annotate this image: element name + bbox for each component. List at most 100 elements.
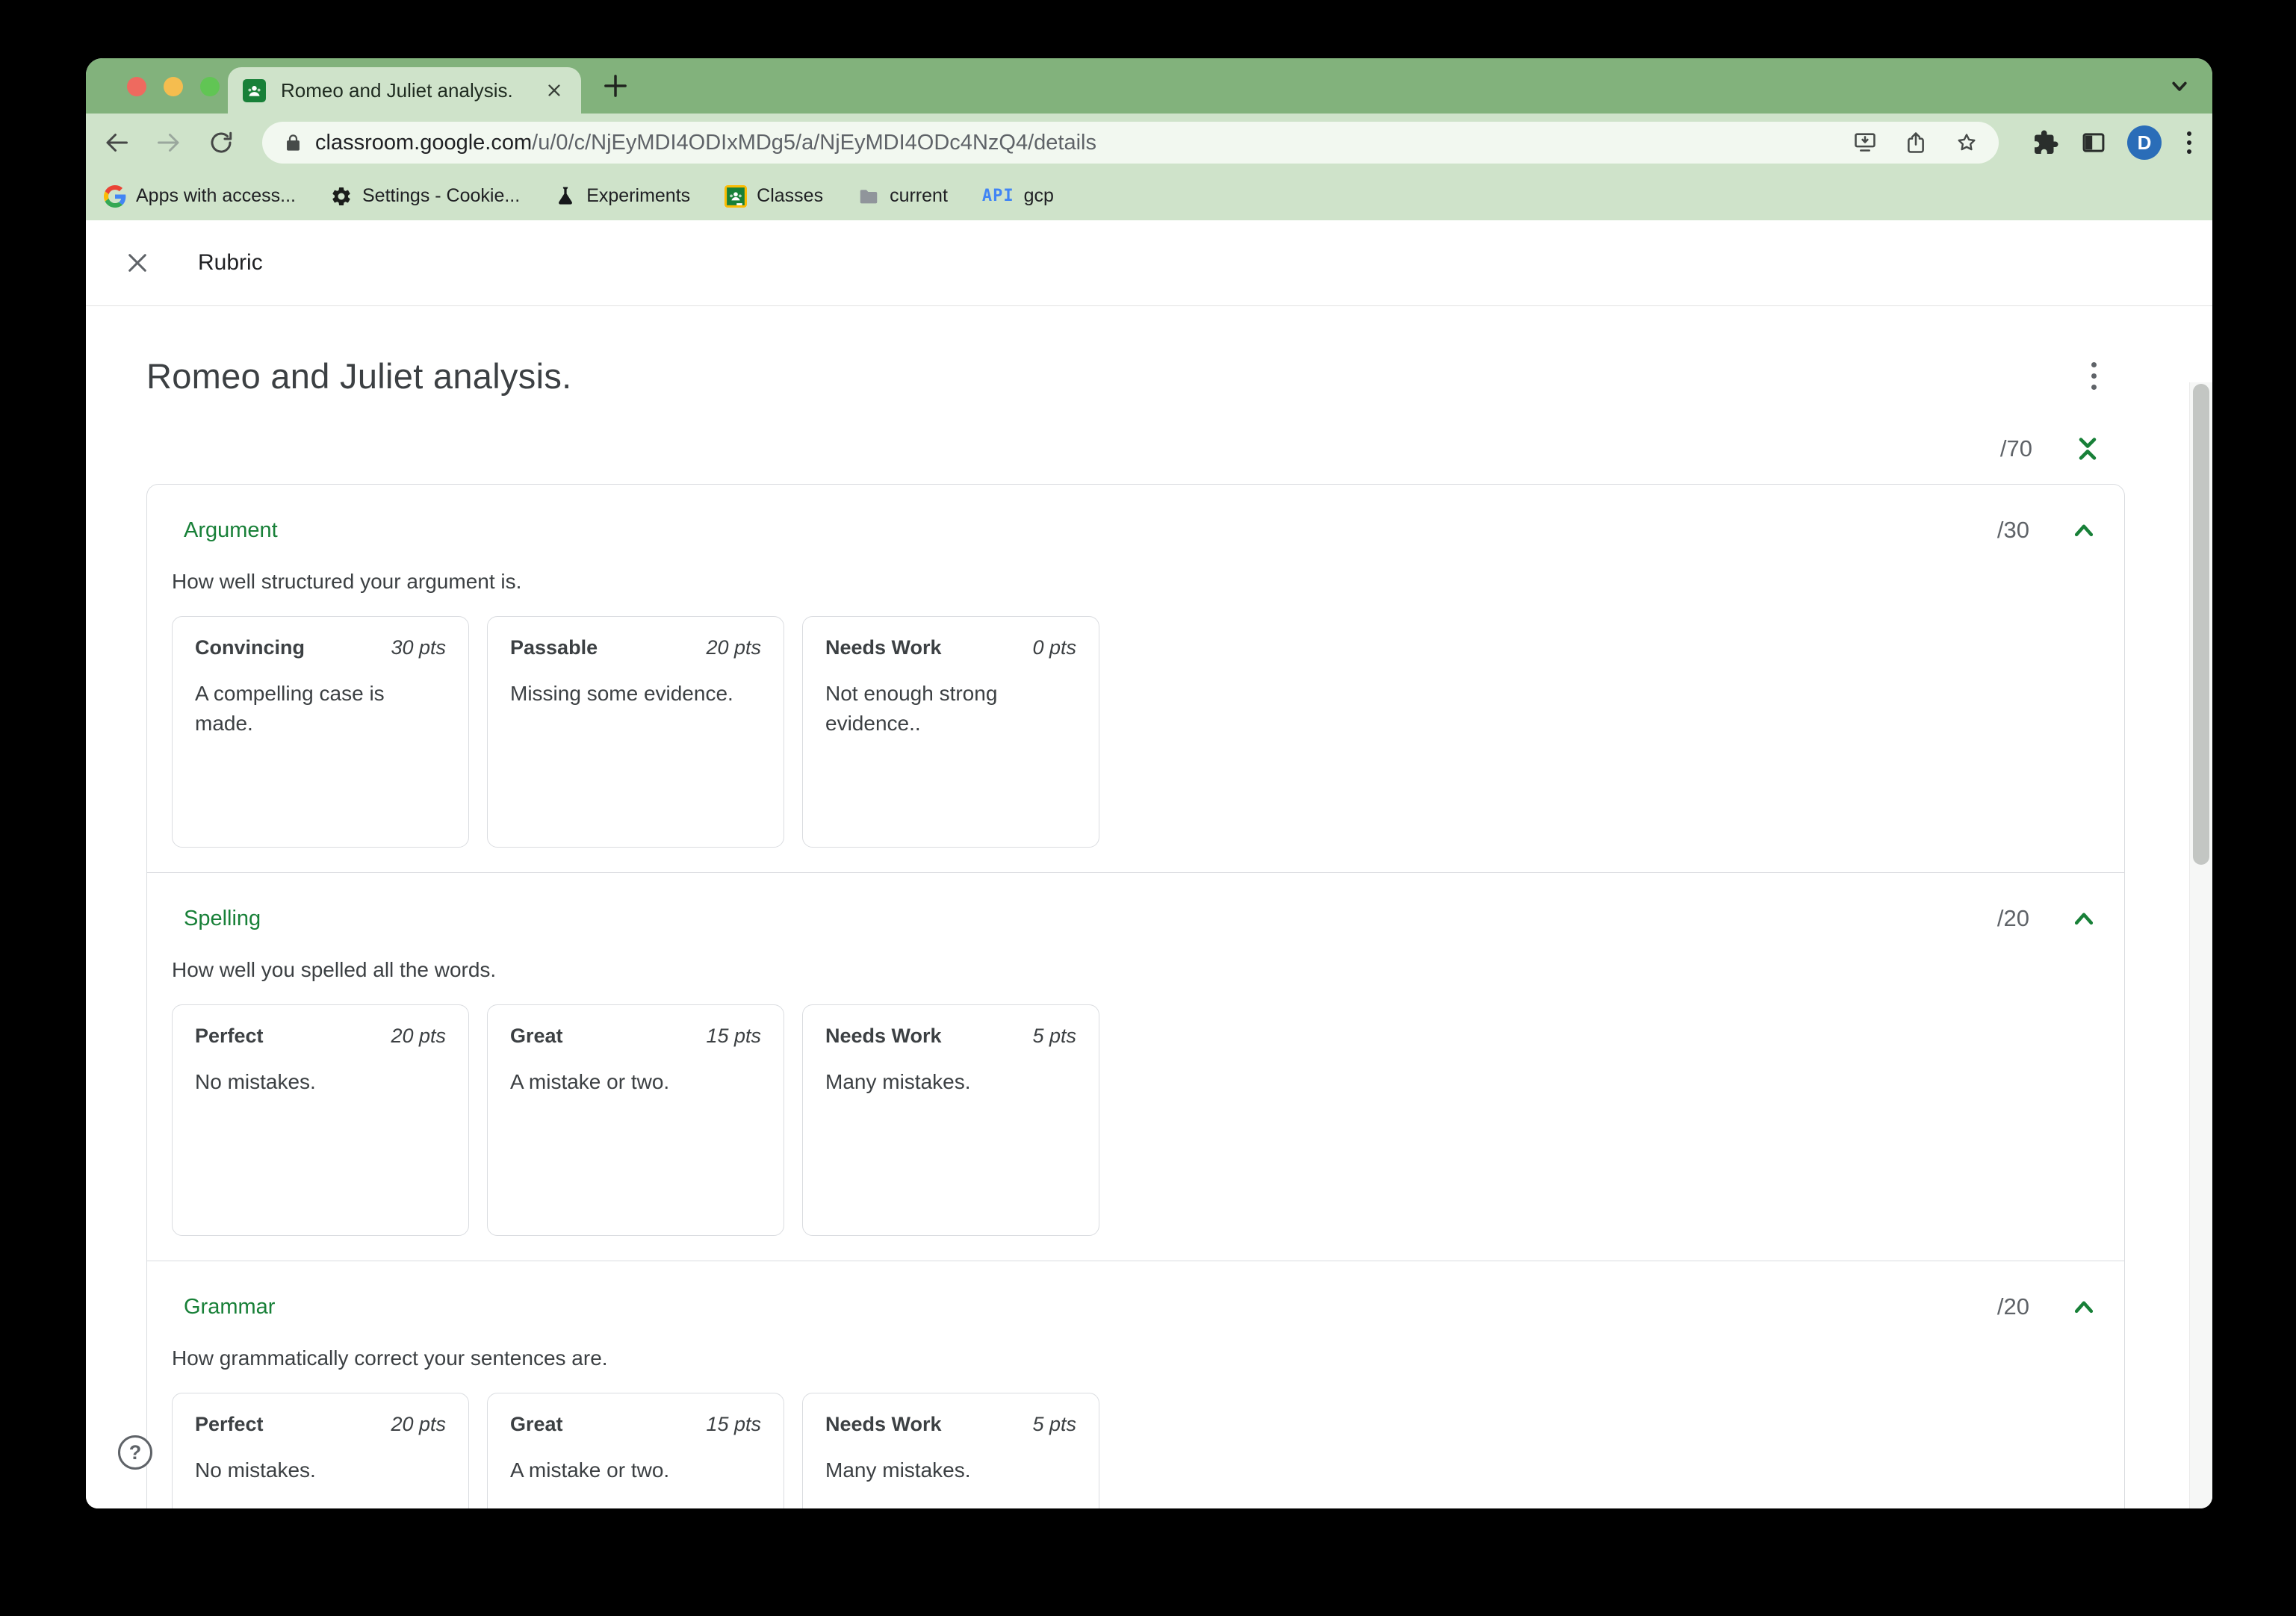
bookmark-apps-with-access[interactable]: Apps with access... bbox=[104, 184, 296, 208]
level-points: 0 pts bbox=[1032, 636, 1076, 659]
url-bar[interactable]: classroom.google.com/u/0/c/NjEyMDI4ODIxM… bbox=[262, 122, 1999, 164]
criterion-name: Grammar bbox=[184, 1294, 276, 1319]
criterion-description: How well you spelled all the words. bbox=[172, 958, 497, 981]
tab-search-chevron-icon[interactable] bbox=[2167, 73, 2192, 99]
flask-icon bbox=[554, 185, 577, 208]
level-points: 20 pts bbox=[391, 1025, 446, 1047]
rubric-panel-header: Rubric bbox=[86, 220, 2212, 306]
bookmark-star-icon[interactable] bbox=[1954, 130, 1979, 155]
scrollbar-thumb[interactable] bbox=[2193, 384, 2209, 865]
criterion-section-argument: Argument /30 How well structured your ar… bbox=[147, 485, 2124, 872]
profile-avatar[interactable]: D bbox=[2127, 125, 2162, 160]
help-button[interactable]: ? bbox=[118, 1435, 152, 1470]
level-title: Perfect bbox=[195, 1413, 264, 1435]
chrome-menu-button[interactable] bbox=[2182, 127, 2196, 158]
rubric-main: Romeo and Juliet analysis. /70 Argument bbox=[86, 342, 2212, 1508]
page-content: Rubric Romeo and Juliet analysis. /70 Ar… bbox=[86, 220, 2212, 1508]
level-description: Many mistakes. bbox=[825, 1070, 971, 1093]
bookmark-experiments[interactable]: Experiments bbox=[554, 185, 690, 208]
level-description: Not enough strong evidence.. bbox=[825, 682, 998, 735]
bookmark-gcp[interactable]: API gcp bbox=[982, 185, 1054, 207]
level-points: 5 pts bbox=[1032, 1025, 1076, 1047]
level-card[interactable]: Great 15 pts A mistake or two. bbox=[487, 1393, 784, 1508]
page-scrollbar[interactable] bbox=[2189, 382, 2212, 1508]
level-description: Many mistakes. bbox=[825, 1458, 971, 1482]
browser-window: Romeo and Juliet analysis. classroom.goo… bbox=[86, 58, 2212, 1508]
install-app-icon[interactable] bbox=[1852, 130, 1878, 155]
back-button[interactable] bbox=[99, 125, 134, 160]
level-title: Needs Work bbox=[825, 636, 942, 659]
level-card[interactable]: Passable 20 pts Missing some evidence. bbox=[487, 616, 784, 848]
level-description: Missing some evidence. bbox=[510, 682, 733, 705]
level-title: Great bbox=[510, 1413, 563, 1435]
chevron-up-icon[interactable] bbox=[2068, 1291, 2100, 1323]
forward-button[interactable] bbox=[152, 125, 186, 160]
level-card[interactable]: Needs Work 5 pts Many mistakes. bbox=[802, 1393, 1099, 1508]
reload-button[interactable] bbox=[204, 125, 238, 160]
criterion-description: How well structured your argument is. bbox=[172, 570, 522, 593]
level-points: 15 pts bbox=[706, 1413, 761, 1435]
classroom-favicon-icon bbox=[243, 78, 266, 102]
bookmarks-bar: Apps with access... Settings - Cookie...… bbox=[86, 172, 2212, 220]
chevron-up-icon[interactable] bbox=[2068, 903, 2100, 934]
level-description: No mistakes. bbox=[195, 1070, 316, 1093]
browser-tab[interactable]: Romeo and Juliet analysis. bbox=[228, 67, 581, 114]
criterion-points: /30 bbox=[1996, 517, 2029, 543]
level-title: Needs Work bbox=[825, 1025, 942, 1047]
forward-icon bbox=[158, 134, 179, 152]
google-logo-icon bbox=[104, 184, 126, 208]
chevron-up-icon[interactable] bbox=[2068, 515, 2100, 546]
url-text[interactable]: classroom.google.com/u/0/c/NjEyMDI4ODIxM… bbox=[315, 131, 1827, 155]
extensions-button[interactable] bbox=[2032, 128, 2060, 157]
level-title: Great bbox=[510, 1025, 563, 1047]
browser-toolbar: classroom.google.com/u/0/c/NjEyMDI4ODIxM… bbox=[86, 114, 2212, 172]
level-description: A mistake or two. bbox=[510, 1458, 670, 1482]
level-title: Perfect bbox=[195, 1025, 264, 1047]
level-points: 30 pts bbox=[391, 636, 446, 659]
criterion-points: /20 bbox=[1996, 1293, 2029, 1320]
level-description: A compelling case is made. bbox=[195, 682, 385, 735]
reload-icon bbox=[211, 131, 232, 153]
criterion-description: How grammatically correct your sentences… bbox=[172, 1346, 608, 1370]
level-card[interactable]: Perfect 20 pts No mistakes. bbox=[172, 1393, 469, 1508]
level-points: 20 pts bbox=[706, 636, 761, 659]
tab-close-icon[interactable] bbox=[544, 80, 565, 101]
level-card[interactable]: Needs Work 0 pts Not enough strong evide… bbox=[802, 616, 1099, 848]
new-tab-button[interactable] bbox=[600, 70, 631, 102]
level-card[interactable]: Convincing 30 pts A compelling case is m… bbox=[172, 616, 469, 848]
gear-icon bbox=[330, 185, 353, 208]
level-card[interactable]: Needs Work 5 pts Many mistakes. bbox=[802, 1004, 1099, 1236]
window-controls bbox=[127, 77, 220, 96]
bookmark-classes[interactable]: Classes bbox=[725, 184, 823, 208]
assignment-title: Romeo and Juliet analysis. bbox=[146, 355, 572, 396]
criteria-container: Argument /30 How well structured your ar… bbox=[146, 484, 2125, 1508]
url-domain: classroom.google.com bbox=[315, 130, 533, 155]
close-window-button[interactable] bbox=[127, 77, 146, 96]
back-icon bbox=[106, 134, 128, 152]
minimize-window-button[interactable] bbox=[164, 77, 183, 96]
level-title: Convincing bbox=[195, 636, 305, 659]
level-description: No mistakes. bbox=[195, 1458, 316, 1482]
level-points: 15 pts bbox=[706, 1025, 761, 1047]
url-path: /u/0/c/NjEyMDI4ODIxMDg5/a/NjEyMDI4ODc4Nz… bbox=[532, 130, 1096, 155]
bookmark-current[interactable]: current bbox=[857, 185, 948, 208]
rubric-menu-button[interactable] bbox=[2085, 356, 2103, 396]
level-card[interactable]: Great 15 pts A mistake or two. bbox=[487, 1004, 784, 1236]
folder-icon bbox=[857, 185, 880, 208]
level-card[interactable]: Perfect 20 pts No mistakes. bbox=[172, 1004, 469, 1236]
total-points: /70 bbox=[1999, 435, 2032, 462]
zoom-window-button[interactable] bbox=[200, 77, 220, 96]
panel-title: Rubric bbox=[198, 250, 263, 275]
share-icon[interactable] bbox=[1903, 130, 1929, 155]
lock-icon[interactable] bbox=[283, 133, 303, 153]
criterion-name: Argument bbox=[184, 518, 278, 542]
classroom-icon bbox=[725, 184, 748, 208]
side-panel-button[interactable] bbox=[2079, 128, 2108, 157]
bookmark-settings[interactable]: Settings - Cookie... bbox=[330, 185, 520, 208]
collapse-all-icon[interactable] bbox=[2071, 432, 2104, 465]
level-points: 20 pts bbox=[391, 1413, 446, 1435]
close-icon[interactable] bbox=[123, 249, 152, 277]
side-panel-icon bbox=[2082, 133, 2105, 152]
criterion-section-grammar: Grammar /20 How grammatically correct yo… bbox=[147, 1261, 2124, 1508]
api-icon: API bbox=[981, 187, 1014, 205]
